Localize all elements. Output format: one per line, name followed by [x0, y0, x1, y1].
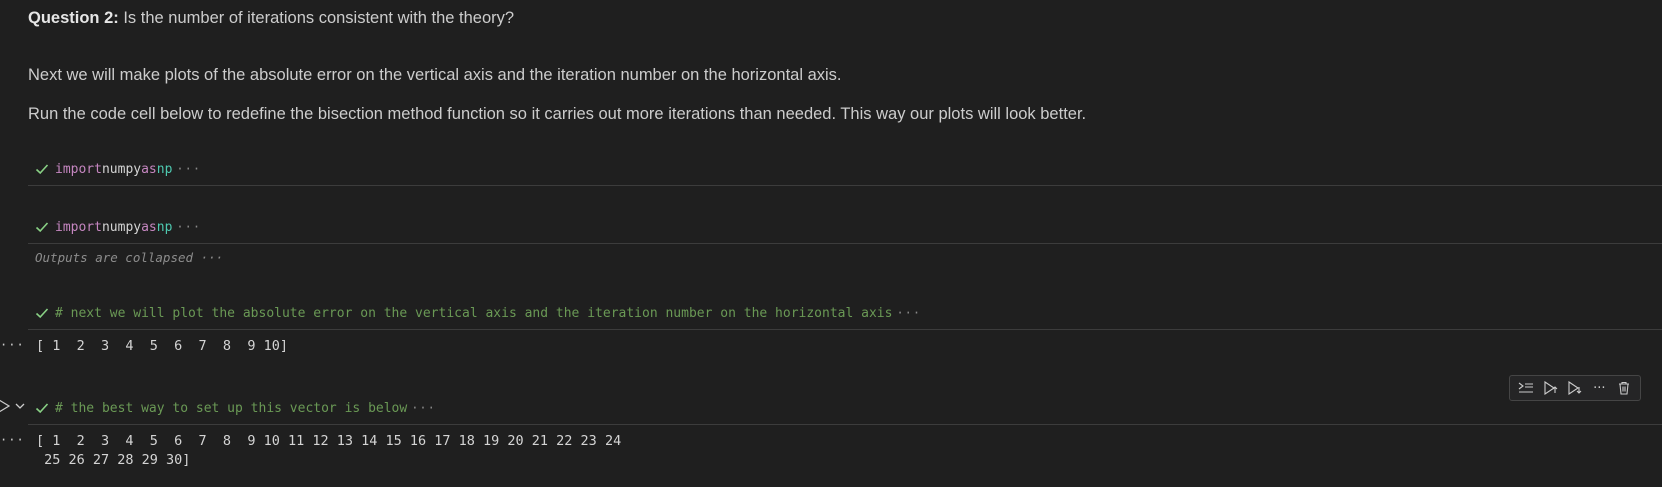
success-check-icon	[35, 164, 49, 175]
output-actions-ellipsis[interactable]: ···	[0, 338, 25, 352]
expand-cell-ellipsis[interactable]: ···	[411, 401, 436, 415]
output-actions-ellipsis[interactable]: ···	[0, 433, 25, 447]
question-heading: Question 2: Is the number of iterations …	[28, 9, 514, 28]
code-alias: np	[156, 161, 173, 177]
markdown-paragraph-2: Run the code cell below to redefine the …	[28, 105, 1087, 123]
cell-divider	[28, 329, 1662, 330]
success-check-icon	[35, 308, 49, 319]
delete-icon[interactable]	[1613, 377, 1635, 399]
code-as: as	[141, 219, 157, 235]
code-cell-2-collapsed[interactable]: import numpy as np ···	[35, 218, 201, 236]
markdown-paragraph-1: Next we will make plots of the absolute …	[28, 66, 842, 84]
cell-divider	[28, 185, 1662, 186]
cell-output: [ 1 2 3 4 5 6 7 8 9 10]	[36, 338, 288, 354]
code-keyword: import	[55, 219, 102, 235]
success-check-icon	[35, 403, 49, 414]
code-cell-3-collapsed[interactable]: # next we will plot the absolute error o…	[35, 304, 921, 322]
code-cell-4-collapsed[interactable]: # the best way to set up this vector is …	[35, 399, 436, 417]
code-alias: np	[156, 219, 173, 235]
execute-above-icon[interactable]	[1515, 377, 1537, 399]
more-actions-icon[interactable]: ···	[1588, 377, 1610, 399]
code-comment: # next we will plot the absolute error o…	[55, 305, 893, 321]
question-text: Is the number of iterations consistent w…	[118, 9, 515, 27]
success-check-icon	[35, 222, 49, 233]
expand-cell-ellipsis[interactable]: ···	[176, 220, 201, 234]
code-cell-1-collapsed[interactable]: import numpy as np ···	[35, 160, 201, 178]
code-as: as	[141, 161, 157, 177]
expand-cell-ellipsis[interactable]: ···	[896, 306, 921, 320]
cell-divider	[28, 424, 1662, 425]
cell-toolbar: ···	[1509, 375, 1641, 401]
cell-divider	[28, 243, 1662, 244]
cell-output: [ 1 2 3 4 5 6 7 8 9 10 11 12 13 14 15 16…	[36, 433, 622, 468]
chevron-down-icon[interactable]	[14, 401, 26, 411]
run-above-icon[interactable]	[1540, 377, 1562, 399]
run-cell-icon[interactable]	[0, 399, 10, 413]
code-comment: # the best way to set up this vector is …	[55, 400, 408, 416]
code-module: numpy	[101, 161, 142, 177]
code-keyword: import	[55, 161, 102, 177]
run-below-icon[interactable]	[1564, 377, 1586, 399]
question-label: Question 2:	[28, 9, 119, 27]
code-module: numpy	[101, 219, 142, 235]
expand-cell-ellipsis[interactable]: ···	[176, 162, 201, 176]
outputs-collapsed-label[interactable]: Outputs are collapsed ···	[35, 250, 223, 265]
